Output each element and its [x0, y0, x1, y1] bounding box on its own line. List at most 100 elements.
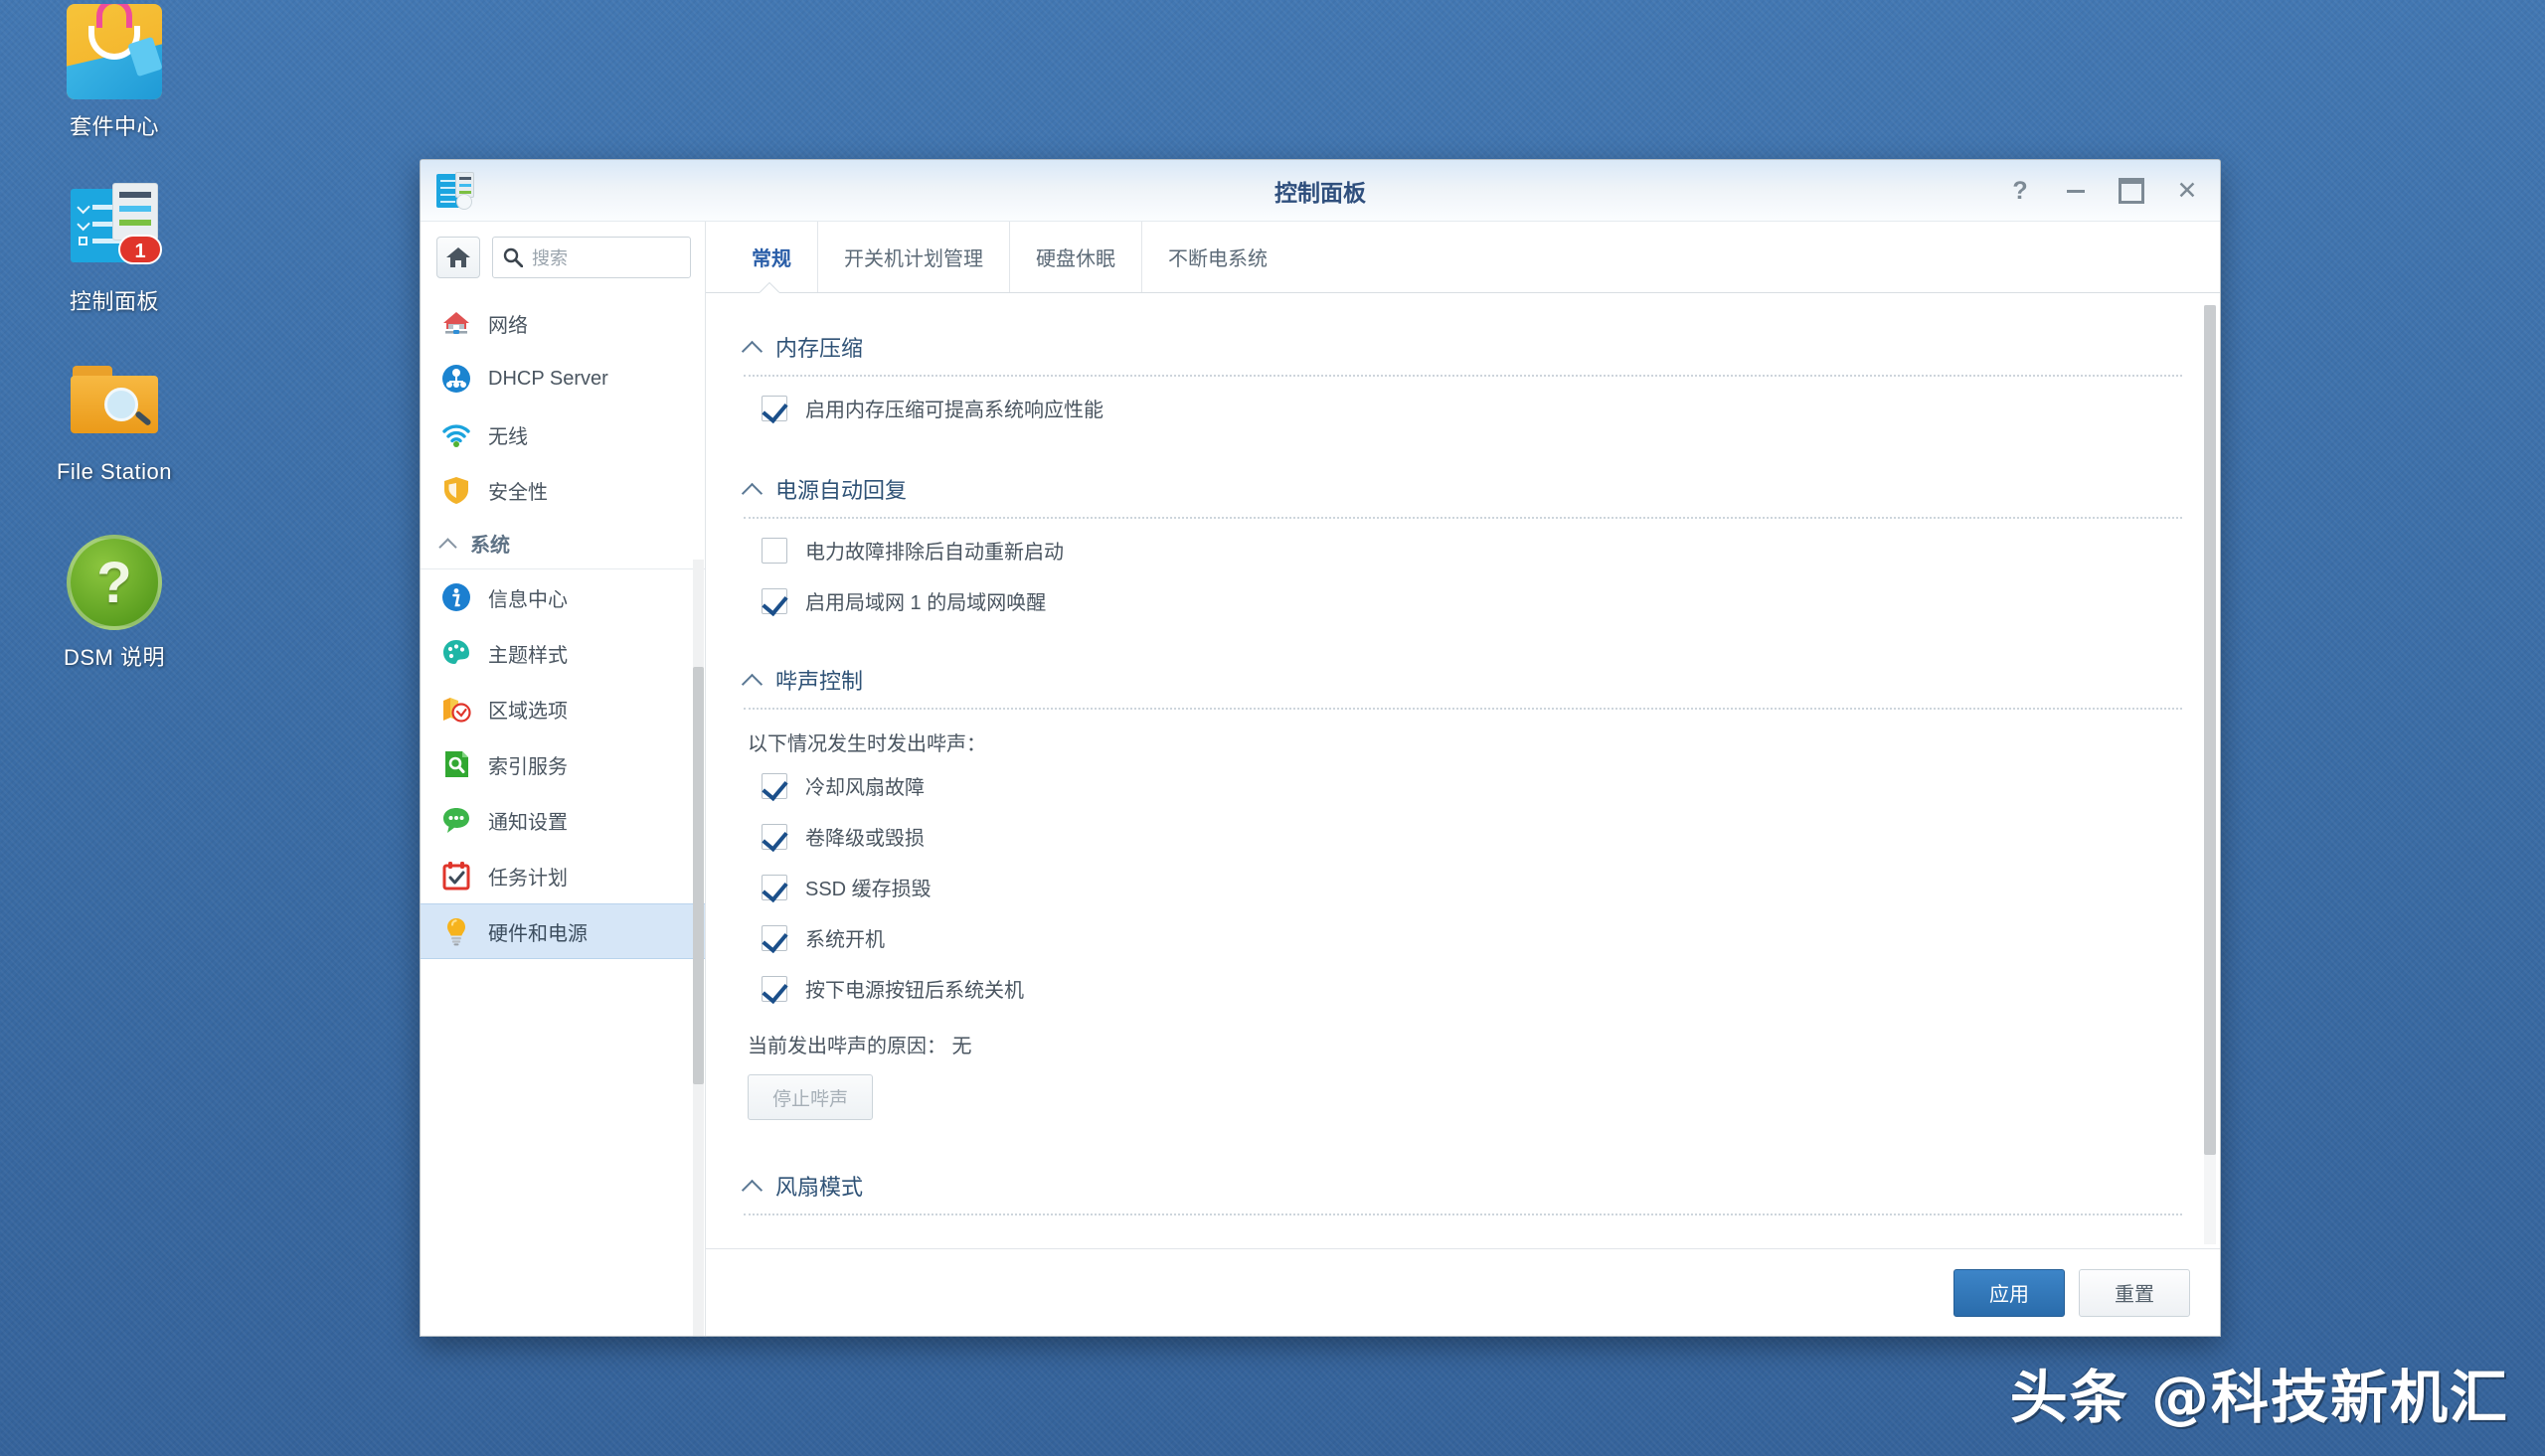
task-scheduler-icon [440, 860, 472, 891]
main-panel: 常规 开关机计划管理 硬盘休眠 不断电系统 内存压缩 启用内存压缩可提高系统响应… [706, 222, 2220, 1336]
checkbox-box[interactable] [762, 537, 787, 564]
checkbox-label: 按下电源按钮后系统关机 [805, 980, 1024, 1002]
section-divider [744, 708, 2182, 710]
info-icon [440, 581, 472, 613]
window-titlebar[interactable]: 控制面板 [421, 160, 2220, 222]
tab-bar: 常规 开关机计划管理 硬盘休眠 不断电系统 [706, 222, 2220, 293]
checkbox-volume-degraded[interactable]: 卷降级或毁损 [744, 811, 2182, 862]
checkbox-wake-on-lan[interactable]: 启用局域网 1 的局域网唤醒 [744, 575, 2182, 626]
shield-icon [440, 474, 472, 506]
stop-beep-button[interactable]: 停止哔声 [748, 1074, 874, 1120]
apply-button[interactable]: 应用 [1953, 1268, 2065, 1317]
checkbox-system-startup[interactable]: 系统开机 [744, 912, 2182, 963]
desktop-icon-label: 控制面板 [69, 289, 159, 314]
section-memory-compression-header[interactable]: 内存压缩 [744, 317, 2182, 375]
checkbox-label: 卷降级或毁损 [805, 828, 925, 850]
sidebar-item-indexing-service[interactable]: 索引服务 [421, 736, 705, 792]
sidebar-item-regional-options[interactable]: 区域选项 [421, 681, 705, 736]
sidebar-scrollbar[interactable] [693, 560, 704, 1336]
minimize-icon[interactable] [2061, 176, 2091, 206]
sidebar-item-label: 主题样式 [488, 644, 568, 667]
sidebar-item-label: 任务计划 [488, 867, 568, 890]
checkbox-memory-compression[interactable]: 启用内存压缩可提高系统响应性能 [744, 383, 2182, 433]
palette-icon [440, 637, 472, 669]
desktop-icon-dsm-help[interactable]: ? DSM 说明 [0, 535, 229, 672]
regional-options-icon [440, 693, 472, 725]
desktop: 套件中心 1 控制面板 File Station ? DSM 说明 控制面板 ?… [0, 0, 2545, 1456]
sidebar-item-notification[interactable]: 通知设置 [421, 792, 705, 848]
beep-intro-text: 以下情况发生时发出哔声： [748, 733, 986, 755]
tab-ups[interactable]: 不断电系统 [1141, 222, 1293, 292]
desktop-icon-label: 套件中心 [69, 114, 159, 139]
sidebar-item-label: 硬件和电源 [488, 922, 588, 945]
help-icon[interactable] [2005, 176, 2035, 206]
wireless-icon [440, 418, 472, 450]
chevron-up-icon[interactable] [744, 1180, 762, 1192]
desktop-icon-label: File Station [56, 459, 173, 484]
sidebar-item-label: 信息中心 [488, 588, 568, 611]
sidebar-item-label: 网络 [488, 314, 528, 337]
sidebar-group-system[interactable]: 系统 [421, 518, 705, 569]
section-divider [744, 375, 2182, 377]
tab-power-schedule[interactable]: 开关机计划管理 [817, 222, 1009, 292]
desktop-icon-control-panel[interactable]: 1 控制面板 [0, 179, 229, 316]
sidebar-item-task-scheduler[interactable]: 任务计划 [421, 848, 705, 903]
tab-hdd-hibernation[interactable]: 硬盘休眠 [1009, 222, 1141, 292]
sidebar-scrollbar-thumb[interactable] [693, 667, 704, 1084]
desktop-icon-package-center[interactable]: 套件中心 [0, 4, 229, 141]
sidebar-item-dhcp-server[interactable]: DHCP Server [421, 351, 705, 406]
tab-general[interactable]: 常规 [722, 222, 817, 292]
checkbox-box[interactable] [762, 924, 787, 951]
section-beep-control-header[interactable]: 哔声控制 [744, 650, 2182, 708]
checkbox-power-button-shutdown[interactable]: 按下电源按钮后系统关机 [744, 963, 2182, 1014]
checkbox-label: 冷却风扇故障 [805, 777, 925, 799]
section-fan-mode-header[interactable]: 风扇模式 [744, 1156, 2182, 1213]
watermark: 头条 @科技新机汇 [2009, 1364, 2509, 1431]
tab-label: 开关机计划管理 [844, 248, 983, 270]
content-scrollbar[interactable] [2204, 305, 2216, 1244]
checkbox-label: 启用内存压缩可提高系统响应性能 [805, 400, 1103, 421]
dsm-help-icon: ? [67, 535, 162, 630]
network-home-icon [440, 307, 472, 339]
section-title: 电源自动回复 [775, 478, 908, 503]
sidebar-group-label: 系统 [470, 535, 510, 557]
checkbox-box[interactable] [762, 772, 787, 799]
section-title: 内存压缩 [775, 336, 864, 361]
section-title: 风扇模式 [775, 1175, 864, 1200]
window-controls [2005, 160, 2202, 222]
sidebar-item-info-center[interactable]: 信息中心 [421, 569, 705, 625]
search-placeholder: 搜索 [532, 248, 568, 268]
checkbox-box[interactable] [762, 975, 787, 1002]
maximize-icon[interactable] [2117, 176, 2146, 206]
checkbox-label: SSD 缓存损毁 [805, 879, 932, 900]
desktop-icon-label: DSM 说明 [63, 645, 165, 670]
search-input[interactable]: 搜索 [492, 237, 691, 278]
close-icon[interactable] [2172, 176, 2202, 206]
chevron-up-icon[interactable] [744, 483, 762, 495]
sidebar-item-theme[interactable]: 主题样式 [421, 625, 705, 681]
sidebar-item-hardware-power[interactable]: 硬件和电源 [421, 903, 705, 959]
checkbox-ssd-cache-crashed[interactable]: SSD 缓存损毁 [744, 862, 2182, 912]
checkbox-box[interactable] [762, 823, 787, 850]
tab-label: 常规 [752, 248, 791, 270]
sidebar-item-label: 安全性 [488, 481, 548, 504]
checkbox-box[interactable] [762, 874, 787, 900]
checkbox-fan-failure[interactable]: 冷却风扇故障 [744, 760, 2182, 811]
content-scrollbar-thumb[interactable] [2204, 305, 2216, 1155]
checkbox-auto-restart-after-power-failure[interactable]: 电力故障排除后自动重新启动 [744, 525, 2182, 575]
sidebar-item-network[interactable]: 网络 [421, 295, 705, 351]
chevron-up-icon[interactable] [744, 674, 762, 686]
checkbox-box[interactable] [762, 395, 787, 421]
footer-button-bar: 应用 重置 [706, 1248, 2220, 1336]
sidebar: 搜索 网络 DHCP Server 无线 安全性 系统 信息中心 主题样式 区域… [421, 222, 706, 1336]
sidebar-item-wireless[interactable]: 无线 [421, 406, 705, 462]
sidebar-item-label: 区域选项 [488, 700, 568, 723]
checkbox-box[interactable] [762, 587, 787, 614]
chevron-up-icon[interactable] [744, 341, 762, 353]
section-power-recovery-header[interactable]: 电源自动回复 [744, 459, 2182, 517]
sidebar-item-security[interactable]: 安全性 [421, 462, 705, 518]
section-divider [744, 517, 2182, 519]
reset-button[interactable]: 重置 [2079, 1268, 2190, 1317]
desktop-icon-file-station[interactable]: File Station [0, 354, 229, 485]
home-button[interactable] [436, 237, 480, 278]
